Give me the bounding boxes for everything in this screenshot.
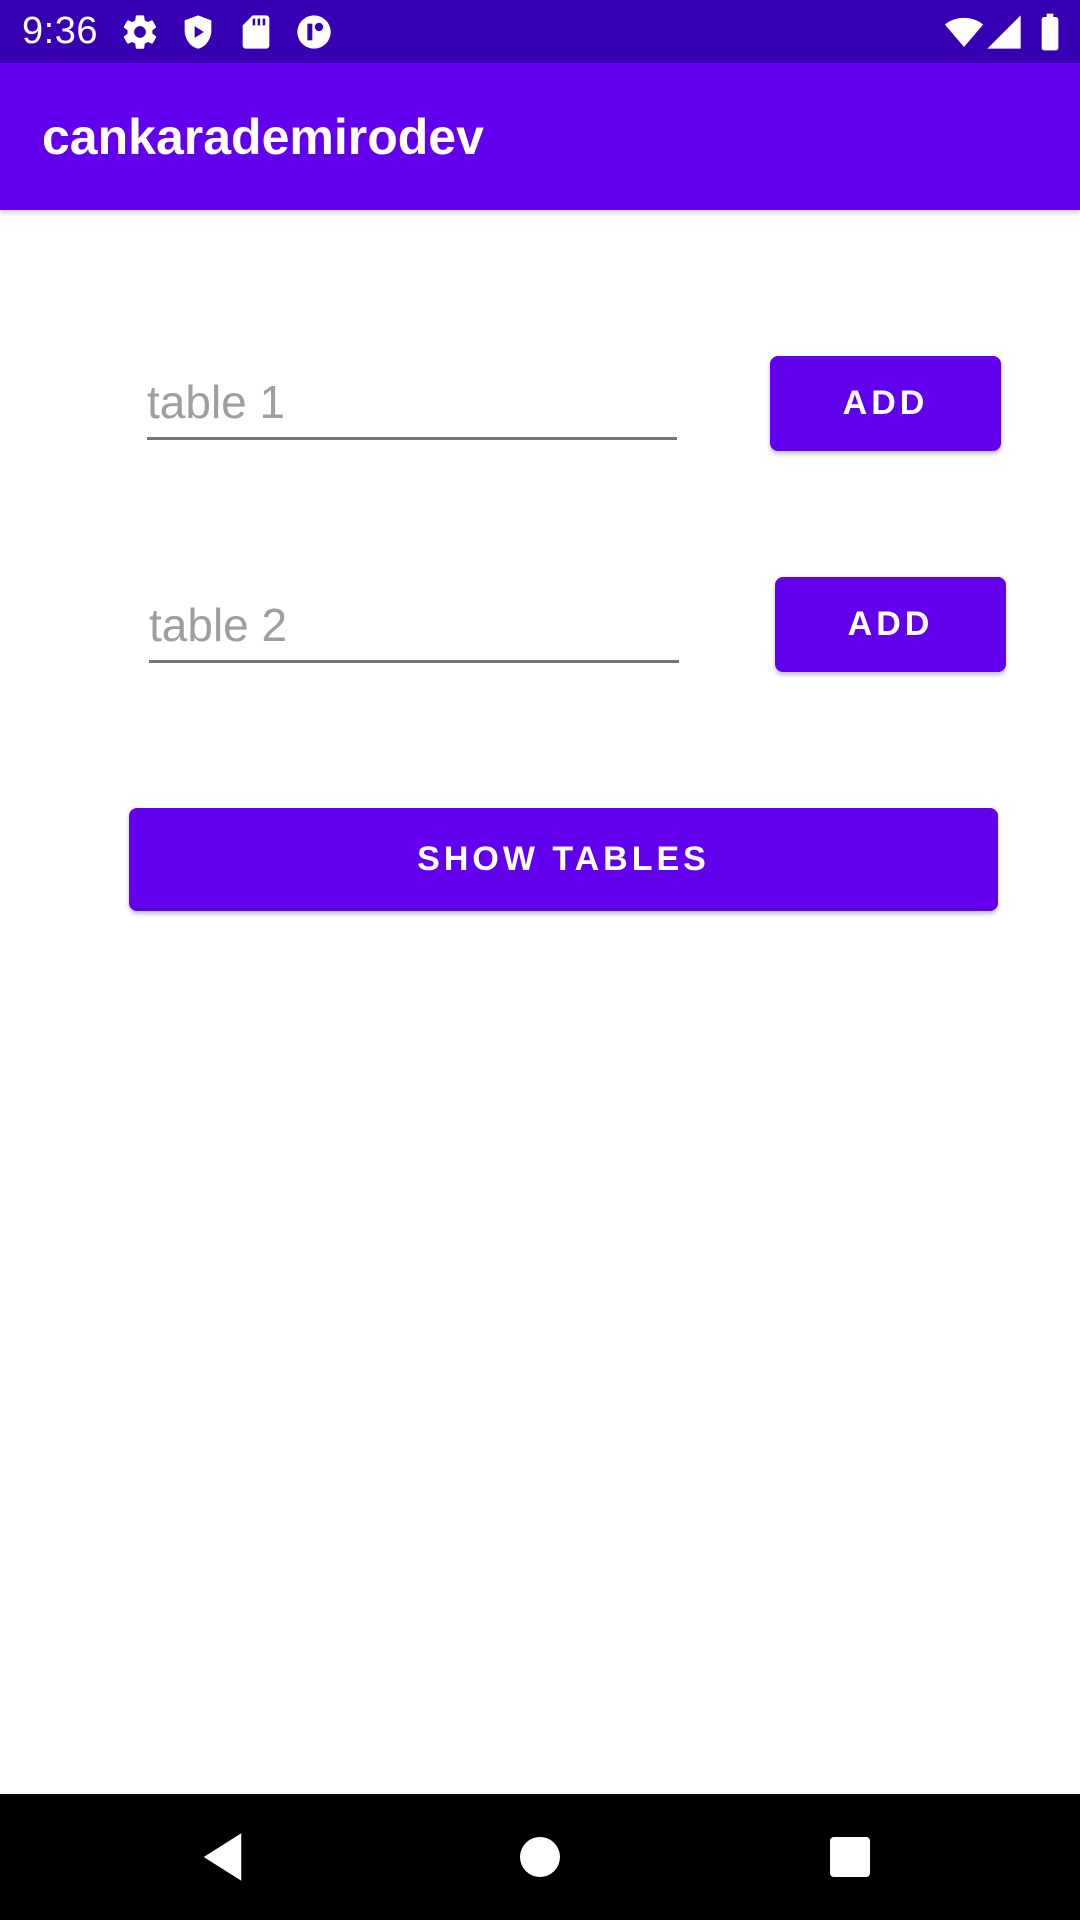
show-tables-button-label: SHOW TABLES — [417, 840, 710, 878]
battery-icon — [1030, 12, 1070, 52]
add-table2-button[interactable]: ADD — [775, 577, 1006, 672]
table2-input[interactable] — [149, 598, 679, 652]
circle-app-icon — [294, 12, 334, 52]
shield-play-icon — [178, 12, 218, 52]
status-time: 9:36 — [22, 10, 98, 52]
app-bar: cankarademirodev — [0, 63, 1080, 210]
status-bar: 9:36 — [0, 0, 1080, 63]
sd-card-icon — [236, 12, 276, 52]
back-icon[interactable] — [195, 1827, 255, 1887]
app-screen: 9:36 cankarademirodev ADD — [0, 0, 1080, 1920]
wifi-icon — [944, 12, 984, 52]
add-table1-button-label: ADD — [842, 384, 929, 422]
table1-input[interactable] — [147, 375, 677, 429]
show-tables-button[interactable]: SHOW TABLES — [129, 808, 998, 911]
cell-signal-icon — [984, 12, 1024, 52]
add-table2-button-label: ADD — [847, 605, 934, 643]
table2-field[interactable] — [149, 580, 679, 663]
app-title: cankarademirodev — [42, 109, 484, 165]
navigation-bar — [0, 1794, 1080, 1920]
recents-icon[interactable] — [820, 1827, 880, 1887]
table1-field[interactable] — [147, 357, 677, 440]
home-icon[interactable] — [510, 1827, 570, 1887]
gear-icon — [120, 12, 160, 52]
add-table1-button[interactable]: ADD — [770, 356, 1001, 451]
